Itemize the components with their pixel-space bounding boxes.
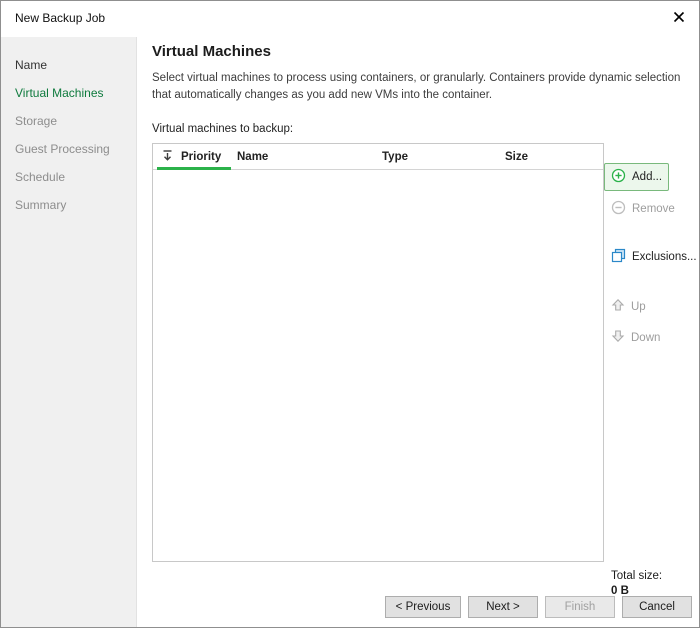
sidebar-item-label: Storage <box>15 114 57 128</box>
wizard-footer: < Previous Next > Finish Cancel <box>385 596 692 618</box>
plus-circle-icon <box>611 168 626 186</box>
vm-table: Priority Name Type Size <box>152 143 604 562</box>
sidebar-item-name[interactable]: Name <box>1 51 136 79</box>
up-button[interactable]: Up <box>604 293 653 320</box>
new-backup-job-dialog: New Backup Job Name Virtual Machines Sto… <box>0 0 700 628</box>
spacer <box>604 275 700 293</box>
down-button-label: Down <box>631 332 660 344</box>
previous-button[interactable]: < Previous <box>385 596 461 618</box>
sidebar-item-label: Virtual Machines <box>15 86 104 100</box>
sidebar-item-storage[interactable]: Storage <box>1 107 136 135</box>
sidebar-item-label: Schedule <box>15 170 65 184</box>
sidebar-item-label: Summary <box>15 198 66 212</box>
cancel-button[interactable]: Cancel <box>622 596 692 618</box>
close-button[interactable] <box>669 9 689 29</box>
exclusions-button[interactable]: Exclusions... <box>604 243 700 271</box>
step-description: Select virtual machines to process using… <box>152 70 692 105</box>
column-header-type[interactable]: Type <box>382 151 505 163</box>
next-button[interactable]: Next > <box>468 596 538 618</box>
arrow-up-icon <box>611 298 625 315</box>
sidebar-item-guest-processing[interactable]: Guest Processing <box>1 135 136 163</box>
vm-actions: Add... Remove E <box>604 163 700 355</box>
sidebar-item-label: Name <box>15 58 47 72</box>
sidebar-item-virtual-machines[interactable]: Virtual Machines <box>1 79 136 107</box>
finish-button[interactable]: Finish <box>545 596 615 618</box>
down-button[interactable]: Down <box>604 324 667 351</box>
priority-sort-header[interactable] <box>153 149 181 165</box>
add-button[interactable]: Add... <box>604 163 669 191</box>
total-size-label: Total size: <box>611 570 662 582</box>
arrow-down-icon <box>611 329 625 346</box>
vm-table-header: Priority Name Type Size <box>153 144 603 170</box>
wizard-steps-sidebar: Name Virtual Machines Storage Guest Proc… <box>1 37 137 627</box>
vm-list-label: Virtual machines to backup: <box>152 123 293 135</box>
vm-table-body-empty <box>153 170 603 561</box>
column-header-priority[interactable]: Priority <box>181 151 237 163</box>
add-button-label: Add... <box>632 171 662 183</box>
exclusions-button-label: Exclusions... <box>632 251 697 263</box>
remove-button-label: Remove <box>632 203 675 215</box>
close-icon <box>673 10 685 28</box>
total-size: Total size: 0 B <box>611 570 662 597</box>
spacer <box>604 227 700 243</box>
overlapping-pages-icon <box>611 248 626 266</box>
page-title: Virtual Machines <box>152 43 271 60</box>
main-content: Virtual Machines Select virtual machines… <box>138 37 699 627</box>
column-header-name[interactable]: Name <box>237 151 382 163</box>
remove-button[interactable]: Remove <box>604 195 682 223</box>
sort-descending-icon <box>161 149 174 165</box>
window-title: New Backup Job <box>15 11 105 25</box>
titlebar: New Backup Job <box>1 1 699 37</box>
sidebar-item-schedule[interactable]: Schedule <box>1 163 136 191</box>
sidebar-item-label: Guest Processing <box>15 142 110 156</box>
column-header-size[interactable]: Size <box>505 151 603 163</box>
up-button-label: Up <box>631 301 646 313</box>
sidebar-item-summary[interactable]: Summary <box>1 191 136 219</box>
minus-circle-icon <box>611 200 626 218</box>
